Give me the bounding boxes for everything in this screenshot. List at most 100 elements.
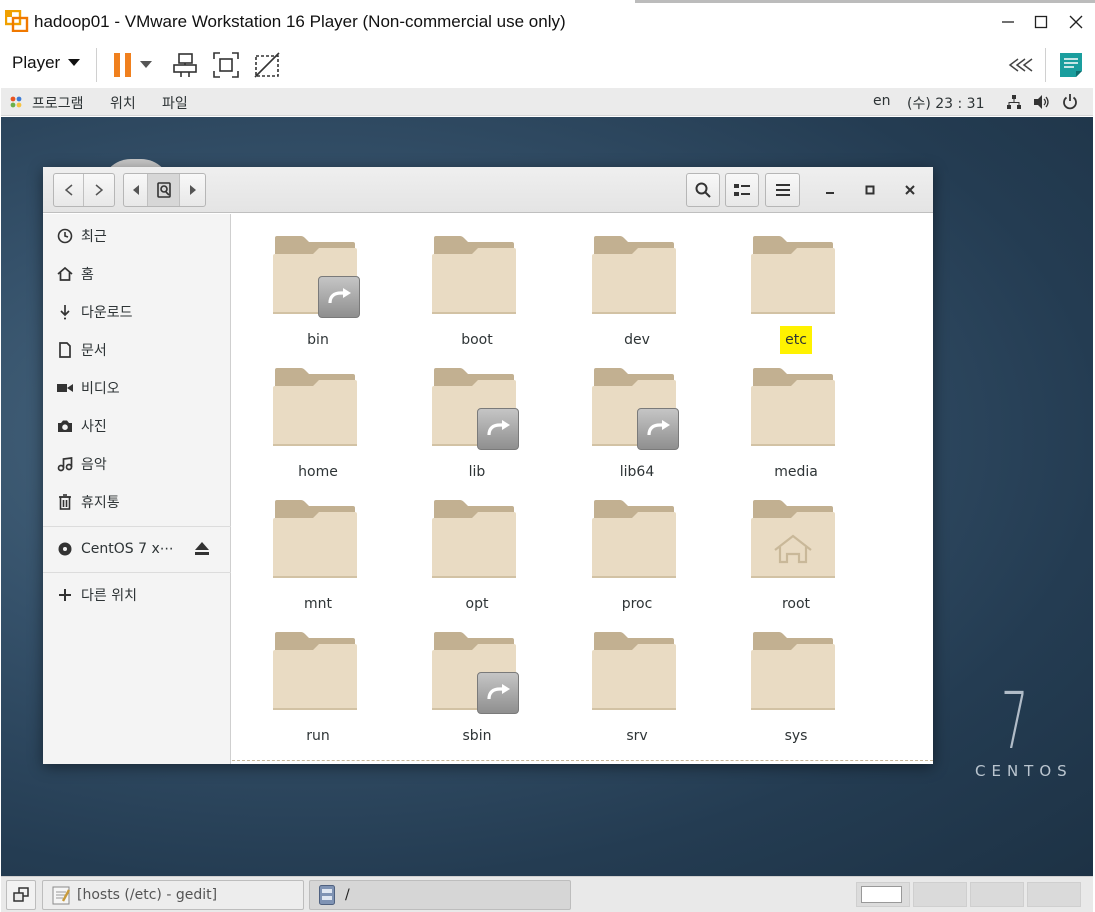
folder-mnt[interactable]: mnt [258, 498, 378, 622]
sidebar-item-trash[interactable]: 휴지통 [43, 484, 231, 520]
clock[interactable]: (수) 23 : 31 [907, 93, 985, 113]
player-menu-button[interactable]: Player [12, 53, 81, 73]
back-button[interactable] [54, 174, 84, 206]
file-manager-headerbar [43, 167, 933, 213]
folder-icon [273, 368, 357, 446]
close-button[interactable] [1058, 8, 1094, 36]
menu-button[interactable] [765, 173, 800, 207]
keyboard-layout-indicator[interactable]: en [873, 93, 891, 109]
collapse-toolbar-button[interactable] [1006, 50, 1036, 80]
sidebar-item-documents[interactable]: 문서 [43, 332, 231, 368]
symlink-badge-icon [637, 408, 679, 450]
workspace-window-preview [861, 886, 902, 903]
places-menu[interactable]: 위치 [110, 93, 136, 113]
sidebar-item-recent[interactable]: 최근 [43, 218, 231, 254]
sidebar-item-music[interactable]: 음악 [43, 446, 231, 482]
sidebar-item-pictures[interactable]: 사진 [43, 408, 231, 444]
sidebar-item-centos-disc[interactable]: CentOS 7 x⋯ [43, 531, 231, 567]
chevron-down-icon [68, 59, 81, 66]
folder-home[interactable]: home [258, 366, 378, 490]
folder-sys[interactable]: sys [736, 630, 856, 754]
vmware-titlebar: hadoop01 - VMware Workstation 16 Player … [0, 0, 1095, 44]
sidebar-item-label: 최근 [81, 229, 107, 245]
app-menu[interactable]: 파일 [162, 93, 188, 113]
maximize-button[interactable] [1023, 8, 1059, 36]
folder-media[interactable]: media [736, 366, 856, 490]
view-toggle-button[interactable] [725, 173, 759, 207]
folder-lib[interactable]: lib [417, 366, 537, 490]
path-right-arrow-icon [189, 185, 196, 195]
power-options-dropdown[interactable] [137, 50, 155, 80]
symlink-badge-icon [477, 408, 519, 450]
folder-label: mnt [258, 596, 378, 612]
folder-srv[interactable]: srv [577, 630, 697, 754]
folder-run[interactable]: run [258, 630, 378, 754]
title-accent-line [635, 0, 1095, 3]
sidebar-item-label: 비디오 [81, 381, 120, 397]
folder-icon [592, 500, 676, 578]
search-button[interactable] [686, 173, 720, 207]
show-desktop-icon [13, 887, 29, 902]
folder-name-text: etc [780, 326, 812, 354]
path-root-button[interactable] [148, 174, 180, 206]
camera-icon [56, 417, 74, 435]
eject-icon[interactable] [195, 542, 209, 559]
folder-label: root [736, 596, 856, 612]
taskbar-item-gedit[interactable]: [hosts (/etc) - gedit] [42, 880, 304, 910]
folder-sbin[interactable]: sbin [417, 630, 537, 754]
folder-boot[interactable]: boot [417, 234, 537, 358]
trash-icon [56, 493, 74, 511]
folder-label: run [258, 728, 378, 744]
show-desktop-button[interactable] [6, 880, 36, 910]
path-scroll-left[interactable] [124, 174, 148, 206]
window-minimize-button[interactable] [813, 173, 847, 207]
sidebar-divider [43, 526, 231, 527]
workspace-3[interactable] [970, 882, 1024, 907]
folder-etc[interactable]: etc [736, 234, 856, 358]
sidebar-item-other-locations[interactable]: 다른 위치 [43, 577, 231, 613]
folder-name-text: run [306, 728, 330, 744]
folder-dev[interactable]: dev [577, 234, 697, 358]
window-maximize-button[interactable] [853, 173, 887, 207]
folder-icon [751, 632, 835, 710]
minimize-icon [1002, 21, 1014, 23]
workspace-4[interactable] [1027, 882, 1081, 907]
window-list-taskbar: [hosts (/etc) - gedit] / [1, 876, 1093, 912]
window-close-button[interactable] [893, 173, 927, 207]
taskbar-item-file-manager[interactable]: / [309, 880, 571, 910]
workspace-2[interactable] [913, 882, 967, 907]
folder-label: proc [577, 596, 697, 612]
folder-opt[interactable]: opt [417, 498, 537, 622]
notes-button[interactable] [1056, 50, 1086, 80]
path-bar [123, 173, 206, 207]
send-ctrl-alt-del-button[interactable] [170, 50, 200, 80]
minimize-button[interactable] [990, 8, 1026, 36]
folder-label: media [736, 464, 856, 480]
back-forward-group [53, 173, 115, 207]
unity-button[interactable] [252, 50, 282, 80]
folder-lib64[interactable]: lib64 [577, 366, 697, 490]
network-icon[interactable] [1006, 94, 1022, 110]
fullscreen-button[interactable] [211, 50, 241, 80]
back-arrow-icon [64, 184, 72, 196]
sidebar-item-downloads[interactable]: 다운로드 [43, 294, 231, 330]
folder-bin[interactable]: bin [258, 234, 378, 358]
sidebar-item-label: CentOS 7 x⋯ [81, 541, 174, 557]
applications-menu[interactable]: 프로그램 [32, 93, 84, 113]
workspace-1[interactable] [856, 882, 910, 907]
sidebar-item-videos[interactable]: 비디오 [43, 370, 231, 406]
folder-name-text: lib [468, 464, 486, 480]
sidebar-divider [43, 572, 231, 573]
power-icon[interactable] [1062, 93, 1078, 110]
folder-proc[interactable]: proc [577, 498, 697, 622]
folder-root[interactable]: root [736, 498, 856, 622]
path-scroll-right[interactable] [180, 174, 205, 206]
places-sidebar: 최근 홈 다운로드 문서 비디오 사진 음악 휴지통 CentOS 7 x⋯ 다… [43, 214, 231, 764]
forward-button[interactable] [84, 174, 114, 206]
send-ctrl-alt-del-icon [173, 53, 197, 77]
music-icon [56, 455, 74, 473]
sidebar-item-home[interactable]: 홈 [43, 256, 231, 292]
pause-button[interactable] [108, 50, 138, 80]
folder-label: sys [736, 728, 856, 744]
volume-icon[interactable] [1033, 94, 1051, 110]
